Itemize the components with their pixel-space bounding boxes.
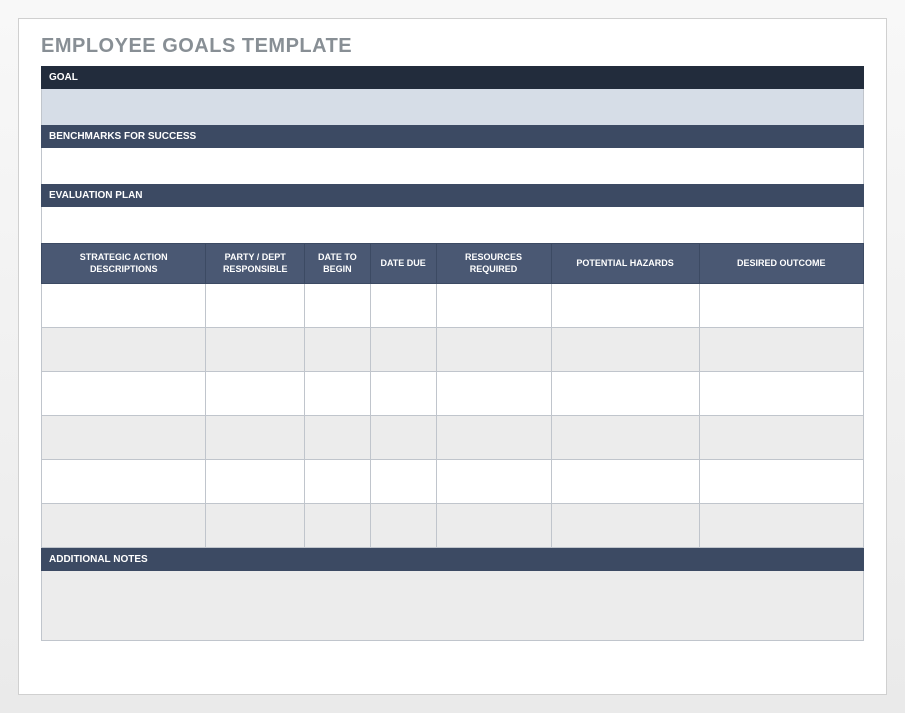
notes-input[interactable]	[41, 571, 864, 641]
cell[interactable]	[42, 504, 206, 548]
cell[interactable]	[206, 504, 305, 548]
table-body	[42, 284, 864, 548]
cell[interactable]	[551, 284, 699, 328]
table-row	[42, 460, 864, 504]
cell[interactable]	[206, 372, 305, 416]
cell[interactable]	[370, 284, 436, 328]
cell[interactable]	[370, 372, 436, 416]
cell[interactable]	[436, 372, 551, 416]
table-row	[42, 284, 864, 328]
table-header-row: STRATEGIC ACTION DESCRIPTIONS PARTY / DE…	[42, 244, 864, 284]
notes-header: ADDITIONAL NOTES	[41, 548, 864, 571]
col-header-resources: RESOURCES REQUIRED	[436, 244, 551, 284]
col-header-party: PARTY / DEPT RESPONSIBLE	[206, 244, 305, 284]
col-header-hazards: POTENTIAL HAZARDS	[551, 244, 699, 284]
cell[interactable]	[305, 328, 371, 372]
cell[interactable]	[551, 460, 699, 504]
col-header-strategic: STRATEGIC ACTION DESCRIPTIONS	[42, 244, 206, 284]
cell[interactable]	[42, 328, 206, 372]
cell[interactable]	[370, 460, 436, 504]
cell[interactable]	[305, 284, 371, 328]
cell[interactable]	[436, 328, 551, 372]
cell[interactable]	[42, 460, 206, 504]
cell[interactable]	[206, 416, 305, 460]
table-row	[42, 504, 864, 548]
cell[interactable]	[370, 504, 436, 548]
cell[interactable]	[551, 372, 699, 416]
cell[interactable]	[305, 504, 371, 548]
page-title: EMPLOYEE GOALS TEMPLATE	[41, 35, 864, 58]
cell[interactable]	[699, 284, 863, 328]
goal-input[interactable]	[41, 89, 864, 125]
col-header-date-due: DATE DUE	[370, 244, 436, 284]
cell[interactable]	[436, 460, 551, 504]
goal-header: GOAL	[41, 66, 864, 89]
cell[interactable]	[305, 416, 371, 460]
cell[interactable]	[551, 504, 699, 548]
cell[interactable]	[436, 284, 551, 328]
cell[interactable]	[699, 504, 863, 548]
cell[interactable]	[42, 372, 206, 416]
template-sheet: EMPLOYEE GOALS TEMPLATE GOAL BENCHMARKS …	[18, 18, 887, 695]
cell[interactable]	[370, 328, 436, 372]
cell[interactable]	[699, 416, 863, 460]
cell[interactable]	[305, 372, 371, 416]
evaluation-header: EVALUATION PLAN	[41, 184, 864, 207]
cell[interactable]	[699, 328, 863, 372]
cell[interactable]	[699, 372, 863, 416]
cell[interactable]	[206, 460, 305, 504]
table-row	[42, 372, 864, 416]
col-header-outcome: DESIRED OUTCOME	[699, 244, 863, 284]
cell[interactable]	[436, 504, 551, 548]
evaluation-input[interactable]	[41, 207, 864, 243]
cell[interactable]	[305, 460, 371, 504]
cell[interactable]	[42, 416, 206, 460]
table-row	[42, 416, 864, 460]
action-table: STRATEGIC ACTION DESCRIPTIONS PARTY / DE…	[41, 243, 864, 548]
benchmarks-header: BENCHMARKS FOR SUCCESS	[41, 125, 864, 148]
col-header-date-begin: DATE TO BEGIN	[305, 244, 371, 284]
cell[interactable]	[436, 416, 551, 460]
cell[interactable]	[42, 284, 206, 328]
cell[interactable]	[551, 328, 699, 372]
table-row	[42, 328, 864, 372]
cell[interactable]	[206, 328, 305, 372]
cell[interactable]	[206, 284, 305, 328]
benchmarks-input[interactable]	[41, 148, 864, 184]
cell[interactable]	[699, 460, 863, 504]
cell[interactable]	[370, 416, 436, 460]
cell[interactable]	[551, 416, 699, 460]
